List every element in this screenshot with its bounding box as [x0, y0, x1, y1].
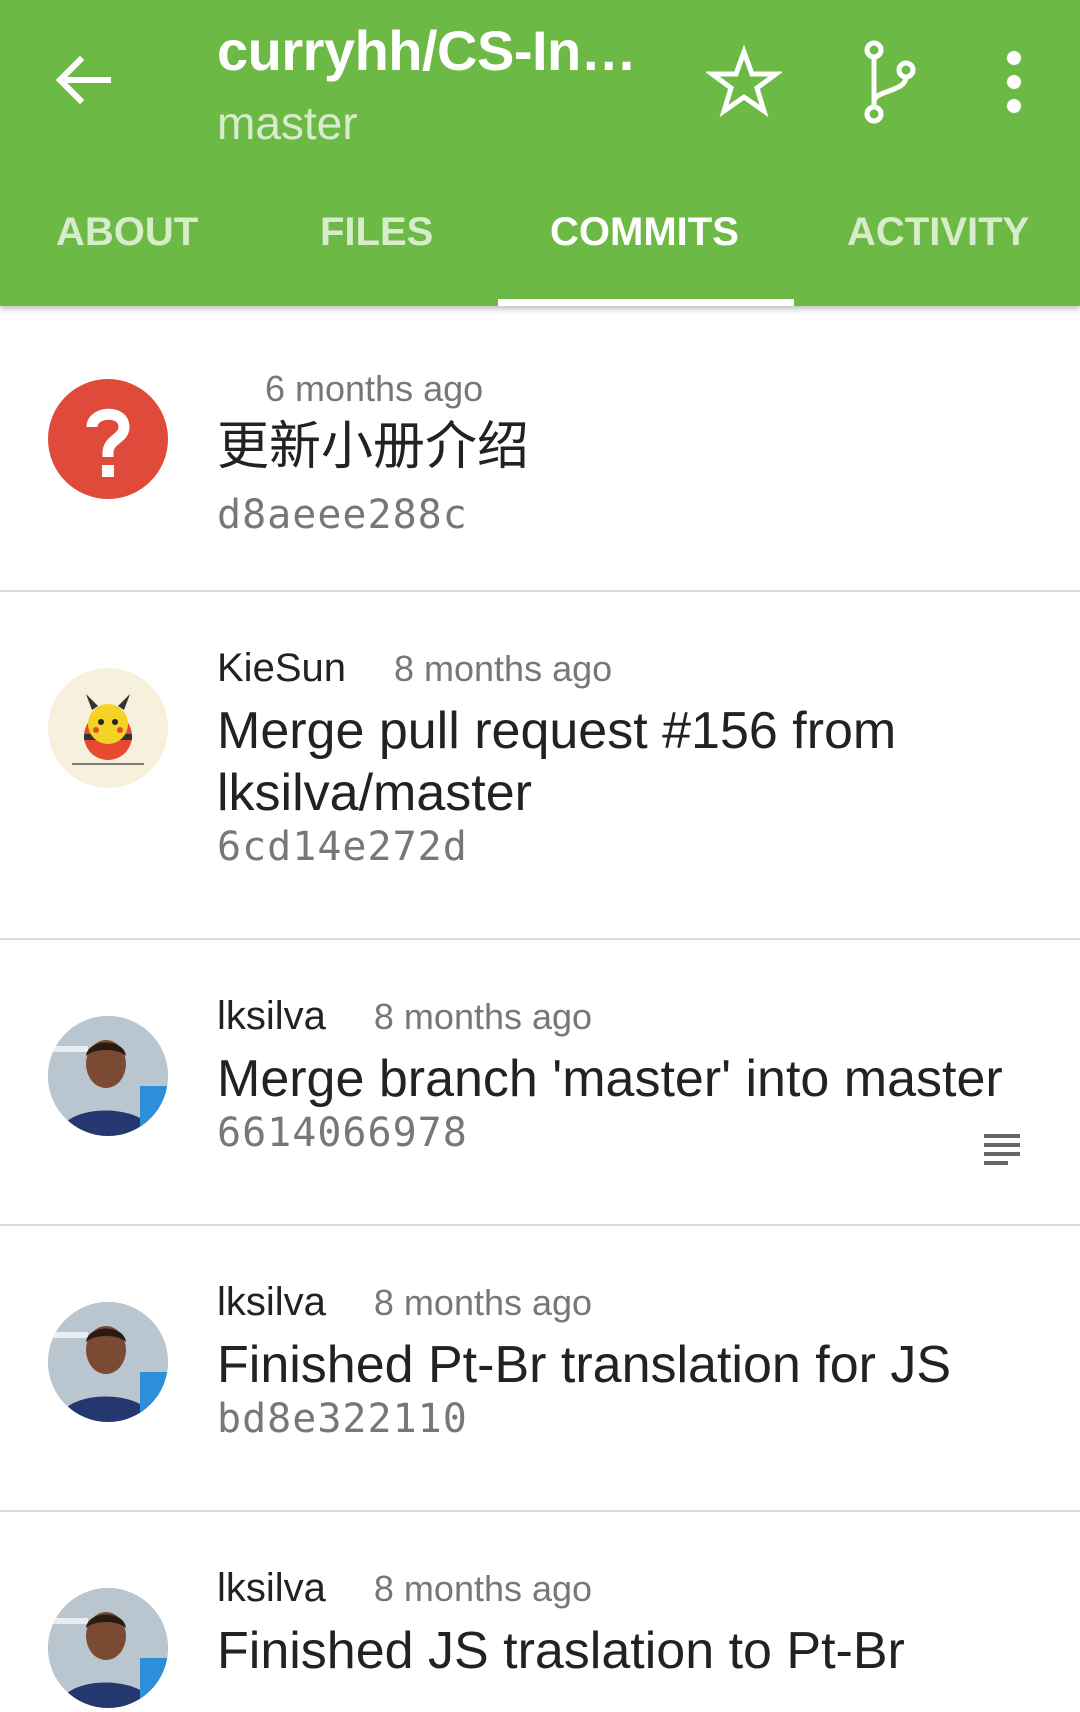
commit-sha: 6614066978: [217, 1110, 468, 1156]
commit-author: KieSun: [217, 646, 346, 690]
repo-title: curryhh/CS-In…: [217, 19, 637, 82]
commit-time: 8 months ago: [373, 996, 593, 1037]
commit-author: lksilva: [217, 1566, 326, 1610]
commit-sha: 6cd14e272d: [217, 824, 468, 870]
commit-message: Finished JS traslation to Pt-Br: [217, 1622, 905, 1680]
user-photo-avatar: [48, 1302, 168, 1422]
back-button[interactable]: [48, 44, 120, 116]
commit-author: lksilva: [217, 1280, 326, 1324]
tab-indicator: [498, 299, 794, 306]
commit-time: 6 months ago: [265, 368, 484, 409]
commit-sha: d8aeee288c: [217, 492, 468, 538]
commit-row[interactable]: KieSun 8 months ago Merge pull request #1…: [0, 592, 1080, 1165]
user-photo-avatar: [48, 1016, 168, 1136]
star-button[interactable]: [704, 44, 784, 120]
tab-commits[interactable]: COMMITS: [550, 210, 739, 266]
app-bar: curryhh/CS-In… master ABOUT FILES COMMIT…: [0, 0, 1080, 306]
arrow-back-icon: [55, 55, 111, 105]
commit-message: Merge pull request #156 from lksilva/mas…: [217, 702, 897, 822]
pikachu-avatar: [48, 668, 168, 788]
commit-row[interactable]: lksilva 8 months ago Finished Pt-Br trans…: [0, 1226, 1080, 1512]
tab-about[interactable]: ABOUT: [56, 210, 198, 266]
tab-activity[interactable]: ACTIVITY: [847, 210, 1029, 266]
user-photo-avatar: [48, 1588, 168, 1708]
commit-author: lksilva: [217, 994, 326, 1038]
branch-button[interactable]: [852, 40, 928, 124]
more-vert-icon: [1007, 51, 1021, 113]
commit-list: 6 months ago 更新小册介绍 d8aeee288c KieSun 8 m…: [0, 306, 1080, 1712]
commit-time: 8 months ago: [373, 1568, 593, 1609]
commit-message: 更新小册介绍: [217, 417, 530, 477]
commit-message: Merge branch 'master' into master: [217, 1050, 1003, 1108]
branch-subtitle: master: [217, 97, 358, 149]
unknown-user-icon: [48, 379, 168, 499]
commit-time: 8 months ago: [393, 648, 613, 689]
commit-row[interactable]: lksilva 8 months ago Merge branch 'master…: [0, 940, 1080, 1226]
commit-row[interactable]: 6 months ago 更新小册介绍 d8aeee288c: [0, 306, 1080, 592]
commit-row[interactable]: lksilva 8 months ago Finished JS traslati…: [0, 1512, 1080, 1712]
git-branch-icon: [864, 40, 916, 124]
commit-time: 8 months ago: [373, 1282, 593, 1323]
commit-message: Finished Pt-Br translation for JS: [217, 1336, 952, 1394]
more-options-button[interactable]: [998, 44, 1030, 120]
commit-sha: bd8e322110: [217, 1396, 468, 1442]
star-outline-icon: [704, 44, 784, 118]
tab-files[interactable]: FILES: [320, 210, 433, 266]
